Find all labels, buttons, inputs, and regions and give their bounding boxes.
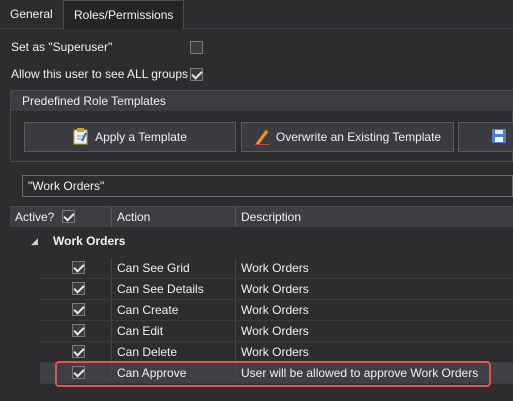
grid-header: Active? Action Description xyxy=(10,206,513,228)
active-checkbox[interactable] xyxy=(72,324,85,337)
active-cell xyxy=(40,279,112,299)
superuser-label: Set as "Superuser" xyxy=(11,40,113,54)
action-cell: Can See Details xyxy=(112,279,236,299)
table-row[interactable]: Can See Details Work Orders xyxy=(40,279,513,300)
column-header-active[interactable]: Active? xyxy=(10,207,112,227)
pencil-icon xyxy=(254,127,270,148)
active-cell xyxy=(40,342,112,362)
table-row[interactable]: Can Create Work Orders xyxy=(40,300,513,321)
description-cell: Work Orders xyxy=(241,345,309,359)
column-header-description[interactable]: Description xyxy=(236,207,513,227)
clipboard-icon xyxy=(73,127,89,148)
active-cell xyxy=(40,300,112,320)
floppy-disk-icon xyxy=(491,128,507,147)
active-cell xyxy=(40,321,112,341)
tab-strip: General Roles/Permissions xyxy=(0,0,513,29)
active-cell xyxy=(40,258,112,278)
description-cell: Work Orders xyxy=(241,303,309,317)
highlight-box xyxy=(55,361,491,387)
tab-general[interactable]: General xyxy=(0,0,63,28)
superuser-checkbox[interactable] xyxy=(190,41,203,54)
overwrite-template-button[interactable]: Overwrite an Existing Template xyxy=(241,122,454,152)
action-cell: Can See Grid xyxy=(112,258,236,278)
description-cell: Work Orders xyxy=(241,282,309,296)
predefined-templates-panel: Predefined Role Templates Apply a Templa… xyxy=(10,90,513,162)
action-cell: Can Delete xyxy=(112,342,236,362)
active-checkbox[interactable] xyxy=(72,261,85,274)
column-active-label: Active? xyxy=(15,210,55,224)
table-row[interactable]: Can Edit Work Orders xyxy=(40,321,513,342)
active-checkbox[interactable] xyxy=(72,282,85,295)
group-label: Work Orders xyxy=(53,234,126,248)
action-cell: Can Edit xyxy=(112,321,236,341)
collapse-triangle-icon[interactable]: ◢ xyxy=(31,236,38,247)
tab-roles-permissions[interactable]: Roles/Permissions xyxy=(63,0,185,29)
description-cell: Work Orders xyxy=(241,324,309,338)
table-row[interactable]: Can See Grid Work Orders xyxy=(40,258,513,279)
group-row[interactable]: ◢ Work Orders xyxy=(10,227,513,257)
active-checkbox[interactable] xyxy=(72,345,85,358)
overwrite-template-label: Overwrite an Existing Template xyxy=(275,130,442,144)
active-checkbox[interactable] xyxy=(72,303,85,316)
panel-title: Predefined Role Templates xyxy=(11,91,513,111)
apply-template-button[interactable]: Apply a Template xyxy=(24,122,236,152)
save-template-button[interactable] xyxy=(458,122,513,152)
column-header-action[interactable]: Action xyxy=(112,207,236,227)
filter-input[interactable]: "Work Orders" xyxy=(22,175,513,197)
description-cell: Work Orders xyxy=(241,261,309,275)
table-row[interactable]: Can Delete Work Orders xyxy=(40,342,513,363)
action-cell: Can Create xyxy=(112,300,236,320)
all-groups-label: Allow this user to see ALL groups xyxy=(11,67,188,81)
all-groups-checkbox[interactable] xyxy=(190,68,203,81)
select-all-checkbox[interactable] xyxy=(62,210,75,223)
apply-template-label: Apply a Template xyxy=(95,130,187,144)
